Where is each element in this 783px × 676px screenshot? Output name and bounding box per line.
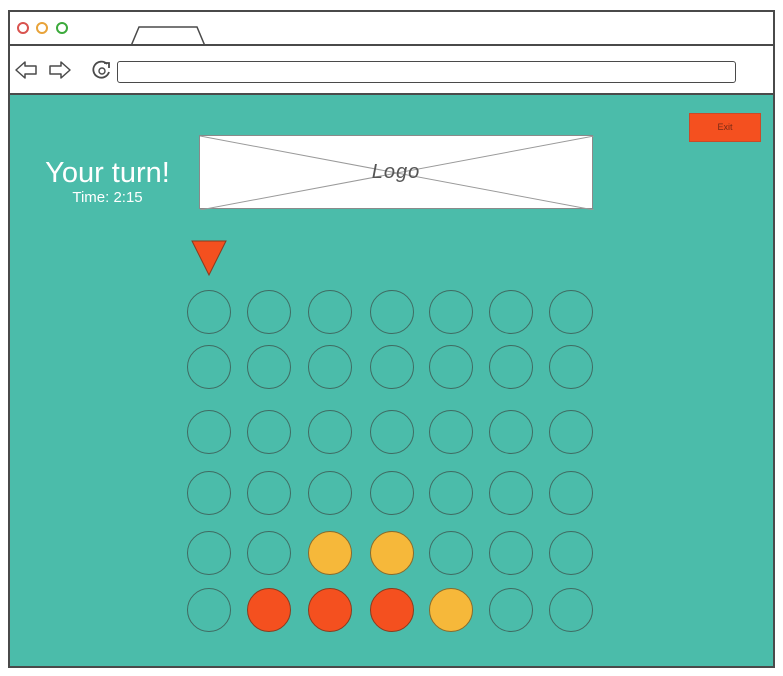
board-slot[interactable] bbox=[370, 471, 414, 515]
navigation-bar bbox=[10, 46, 773, 95]
board-slot[interactable] bbox=[549, 471, 593, 515]
board-slot[interactable] bbox=[429, 410, 473, 454]
board-slot[interactable] bbox=[308, 410, 352, 454]
minimize-window-icon[interactable] bbox=[36, 22, 48, 34]
game-screen: Your turn! Time: 2:15 Logo Exit bbox=[10, 95, 773, 666]
board-slot[interactable] bbox=[187, 588, 231, 632]
board-slot[interactable] bbox=[429, 290, 473, 334]
board-slot[interactable] bbox=[187, 290, 231, 334]
forward-arrow-icon[interactable] bbox=[48, 60, 72, 80]
board-slot[interactable] bbox=[308, 290, 352, 334]
board-slot[interactable] bbox=[489, 410, 533, 454]
board-slot[interactable] bbox=[370, 345, 414, 389]
disc-yellow[interactable] bbox=[370, 531, 414, 575]
board-slot[interactable] bbox=[187, 531, 231, 575]
board-slot[interactable] bbox=[247, 471, 291, 515]
board-slot[interactable] bbox=[370, 410, 414, 454]
browser-tab[interactable] bbox=[130, 25, 206, 46]
title-bar bbox=[10, 12, 773, 46]
address-bar[interactable] bbox=[117, 61, 736, 83]
board-slot[interactable] bbox=[489, 531, 533, 575]
board-slot[interactable] bbox=[549, 345, 593, 389]
board-slot[interactable] bbox=[549, 410, 593, 454]
close-window-icon[interactable] bbox=[17, 22, 29, 34]
reload-icon[interactable] bbox=[90, 59, 114, 83]
board-slot[interactable] bbox=[370, 290, 414, 334]
board-slot[interactable] bbox=[429, 471, 473, 515]
disc-red[interactable] bbox=[247, 588, 291, 632]
board-slot[interactable] bbox=[247, 345, 291, 389]
board-slot[interactable] bbox=[429, 345, 473, 389]
board-slot[interactable] bbox=[187, 345, 231, 389]
disc-yellow[interactable] bbox=[308, 531, 352, 575]
disc-red[interactable] bbox=[370, 588, 414, 632]
board-slot[interactable] bbox=[247, 531, 291, 575]
board-slot[interactable] bbox=[489, 588, 533, 632]
board-slot[interactable] bbox=[549, 531, 593, 575]
back-arrow-icon[interactable] bbox=[14, 60, 38, 80]
board-slot[interactable] bbox=[489, 345, 533, 389]
board-slot[interactable] bbox=[247, 410, 291, 454]
board-slot[interactable] bbox=[247, 290, 291, 334]
board-slot[interactable] bbox=[187, 410, 231, 454]
maximize-window-icon[interactable] bbox=[56, 22, 68, 34]
disc-yellow[interactable] bbox=[429, 588, 473, 632]
board-slot[interactable] bbox=[429, 531, 473, 575]
disc-red[interactable] bbox=[308, 588, 352, 632]
game-board bbox=[10, 95, 773, 666]
board-slot[interactable] bbox=[489, 290, 533, 334]
board-slot[interactable] bbox=[549, 290, 593, 334]
browser-window: Your turn! Time: 2:15 Logo Exit bbox=[8, 10, 775, 668]
board-slot[interactable] bbox=[308, 471, 352, 515]
board-slot[interactable] bbox=[187, 471, 231, 515]
board-slot[interactable] bbox=[489, 471, 533, 515]
board-slot[interactable] bbox=[308, 345, 352, 389]
board-slot[interactable] bbox=[549, 588, 593, 632]
